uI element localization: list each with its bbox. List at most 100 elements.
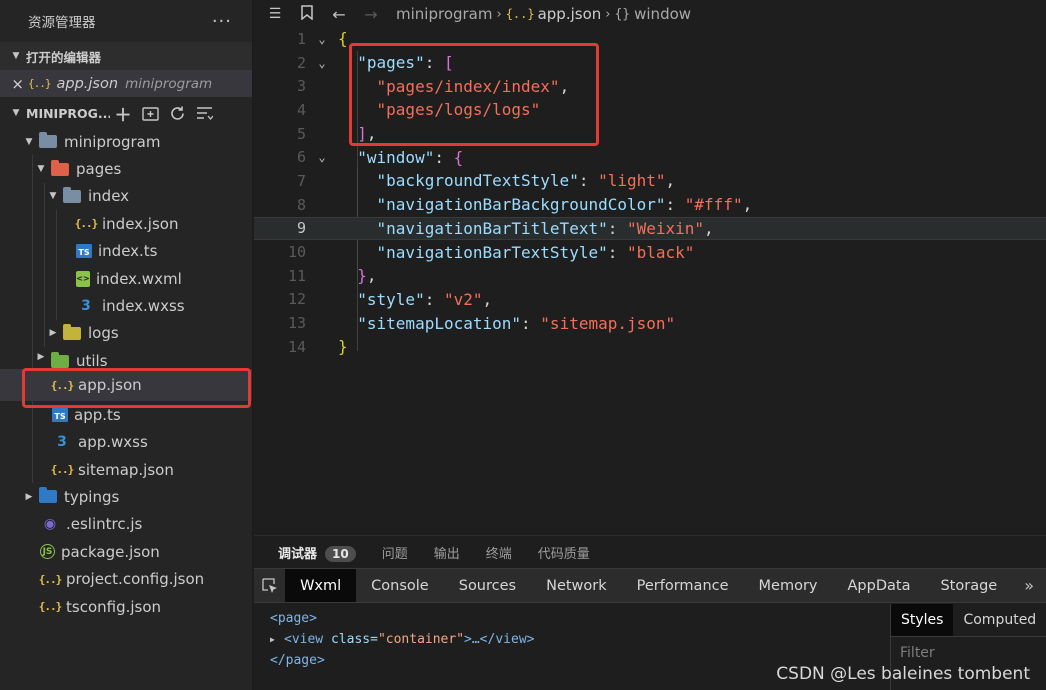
open-editor-item-app-json[interactable]: × {..} app.json miniprogram: [0, 70, 252, 97]
tree-item-typings[interactable]: ▶ typings: [0, 483, 252, 510]
indent-guide: [32, 347, 33, 370]
tree-item-index-wxml[interactable]: <> index.wxml: [0, 264, 252, 293]
bookmark-icon[interactable]: [296, 4, 318, 24]
chevron-right-icon: ▶: [25, 491, 33, 502]
tree-item-label: index.wxss: [102, 297, 185, 316]
folder-icon: [38, 132, 58, 151]
nodejs-file-icon: JS: [40, 544, 55, 560]
tree-item-index-json[interactable]: {..} index.json: [0, 210, 252, 238]
tree-item-app-ts[interactable]: TS app.ts: [0, 401, 252, 429]
project-header[interactable]: ▼ MINIPROG... ＋: [0, 98, 252, 128]
typings-folder-icon: [38, 487, 58, 506]
chevron-right-icon: ▶: [37, 352, 45, 363]
fold-chevron-icon[interactable]: ⌄: [306, 150, 338, 164]
tree-item-miniprogram[interactable]: ▼ miniprogram: [0, 128, 252, 155]
indent-guide: [32, 237, 33, 265]
open-editors-header[interactable]: ▼ 打开的编辑器: [0, 42, 252, 70]
tab-sources[interactable]: Sources: [444, 569, 531, 602]
json-file-icon: {..}: [74, 217, 99, 231]
file-tree: ▼ miniprogram ▼ pages ▼ index {..} index…: [0, 128, 252, 620]
indent-guide: [32, 264, 33, 293]
tab-problems[interactable]: 问题: [382, 543, 408, 562]
tab-styles[interactable]: Styles: [891, 604, 954, 636]
inspect-element-icon[interactable]: [254, 569, 285, 602]
json-file-icon: {..}: [28, 77, 51, 90]
open-editors-label: 打开的编辑器: [26, 49, 102, 65]
tree-item-tsconfig-json[interactable]: {..} tsconfig.json: [0, 593, 252, 620]
tab-computed[interactable]: Computed: [953, 604, 1046, 636]
tree-item-eslintrc[interactable]: ◉ .eslintrc.js: [0, 511, 252, 538]
utils-folder-icon: [50, 351, 70, 369]
indent-guide: [44, 292, 45, 320]
pages-folder-icon: [50, 159, 70, 178]
tab-storage[interactable]: Storage: [925, 569, 1012, 602]
tab-output[interactable]: 输出: [434, 543, 460, 562]
tree-item-index-wxss[interactable]: 3 index.wxss: [0, 292, 252, 320]
refresh-icon[interactable]: [168, 104, 186, 122]
more-tabs-icon[interactable]: »: [1012, 569, 1046, 602]
tree-item-pages[interactable]: ▼ pages: [0, 155, 252, 183]
tree-item-index-folder[interactable]: ▼ index: [0, 182, 252, 211]
wxml-file-icon: <>: [76, 270, 90, 287]
code-line-4: 4 "pages/logs/logs": [296, 100, 541, 120]
new-folder-icon[interactable]: [141, 104, 159, 122]
tab-appdata[interactable]: AppData: [833, 569, 926, 602]
tree-item-label: package.json: [61, 542, 160, 561]
chevron-down-icon: ▼: [12, 108, 20, 118]
typescript-file-icon: TS: [52, 407, 68, 422]
forward-arrow-icon[interactable]: →: [360, 5, 382, 24]
menu-list-icon[interactable]: ☰: [264, 6, 286, 22]
code-line-10: 10 "navigationBarTextStyle": "black": [287, 242, 695, 262]
tab-memory[interactable]: Memory: [744, 569, 833, 602]
back-arrow-icon[interactable]: ←: [328, 5, 350, 24]
tree-item-label: typings: [64, 487, 120, 506]
indent-guide: [32, 210, 33, 238]
indent-guide: [32, 319, 33, 348]
tree-item-app-wxss[interactable]: 3 app.wxss: [0, 428, 252, 456]
tree-item-package-json[interactable]: JS package.json: [0, 538, 252, 565]
tree-item-label: logs: [88, 324, 119, 343]
fold-chevron-icon[interactable]: ⌄: [306, 56, 338, 70]
tree-item-label: utils: [76, 352, 108, 370]
tab-wxml[interactable]: Wxml: [285, 569, 357, 602]
tab-performance[interactable]: Performance: [622, 569, 744, 602]
styles-tabs: Styles Computed: [891, 604, 1046, 637]
tree-item-label: index.json: [102, 214, 179, 233]
new-file-icon[interactable]: ＋: [114, 104, 132, 126]
dom-node-view[interactable]: ▶ <view class= "container" >…</view>: [270, 629, 890, 650]
tab-console[interactable]: Console: [356, 569, 444, 602]
fold-chevron-icon[interactable]: ⌄: [306, 32, 338, 46]
explorer-title: 资源管理器: [28, 15, 96, 31]
dom-node-page-open[interactable]: <page>: [270, 608, 890, 629]
caret-right-icon[interactable]: ▶: [270, 635, 284, 644]
indent-guide: [56, 210, 57, 238]
tree-item-logs[interactable]: ▶ logs: [0, 319, 252, 348]
tab-network[interactable]: Network: [531, 569, 622, 602]
close-icon[interactable]: ×: [0, 75, 28, 93]
indent-guide: [32, 455, 33, 484]
code-line-8: 8 "navigationBarBackgroundColor": "#fff"…: [296, 195, 753, 215]
indent-guide: [44, 264, 45, 293]
more-actions-icon[interactable]: ···: [212, 11, 232, 32]
collapse-all-icon[interactable]: [195, 104, 213, 122]
breadcrumb-folder[interactable]: miniprogram: [396, 5, 492, 23]
breadcrumb-file[interactable]: app.json: [538, 5, 602, 23]
tree-item-sitemap-json[interactable]: {..} sitemap.json: [0, 455, 252, 484]
chevron-down-icon: ▼: [37, 164, 45, 175]
tree-item-index-ts[interactable]: TS index.ts: [0, 237, 252, 265]
css-file-icon: 3: [57, 434, 67, 451]
code-editor[interactable]: 1 ⌄ { 2 ⌄ "pages": [ 3 "pages/index/inde…: [254, 27, 1046, 535]
tree-item-utils[interactable]: ▶ utils: [0, 347, 252, 370]
tab-terminal[interactable]: 终端: [486, 543, 512, 562]
tree-item-app-json[interactable]: {..} app.json: [0, 369, 252, 402]
tab-debugger[interactable]: 调试器 10: [278, 543, 356, 562]
chevron-right-icon: ▶: [49, 328, 57, 339]
breadcrumb-symbol[interactable]: window: [634, 5, 691, 23]
tree-item-label: miniprogram: [64, 132, 161, 151]
tree-item-label: pages: [76, 160, 122, 179]
tab-code-quality[interactable]: 代码质量: [538, 543, 590, 562]
tree-item-project-config-json[interactable]: {..} project.config.json: [0, 565, 252, 592]
tree-item-label: index.ts: [98, 242, 158, 261]
chevron-right-icon: ›: [605, 6, 611, 22]
logs-folder-icon: [62, 323, 82, 342]
